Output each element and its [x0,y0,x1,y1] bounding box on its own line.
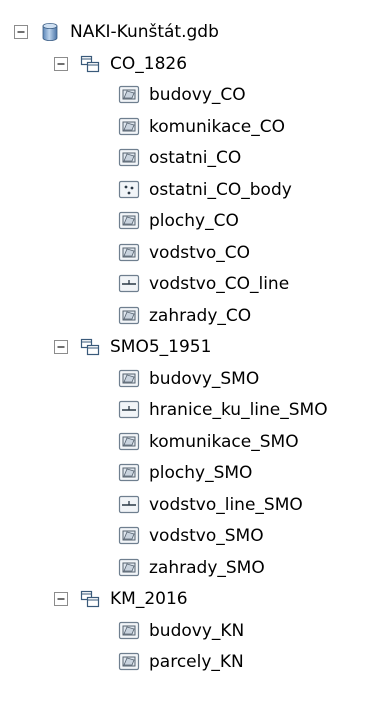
feature-class-node-label: ostatni_CO [149,148,242,168]
feature-class-node[interactable]: komunikace_CO [118,112,285,142]
polygon-feature-class-icon [118,462,140,484]
feature-dataset-node[interactable]: SMO5_1951 [54,332,211,362]
feature-class-node[interactable]: hranice_ku_line_SMO [118,395,328,425]
feature-class-node[interactable]: plochy_CO [118,206,239,236]
polygon-feature-class-icon [118,557,140,579]
feature-class-node-label: vodstvo_line_SMO [149,495,303,515]
feature-class-node[interactable]: budovy_CO [118,80,246,110]
feature-class-node[interactable]: budovy_SMO [118,364,259,394]
geodatabase-node-label: NAKI-Kunštát.gdb [70,22,219,42]
feature-class-node[interactable]: vodstvo_CO [118,238,250,268]
feature-class-node[interactable]: budovy_KN [118,616,244,646]
feature-class-node[interactable]: vodstvo_CO_line [118,269,289,299]
feature-class-node-label: plochy_SMO [149,463,253,483]
feature-class-node[interactable]: zahrady_CO [118,301,251,331]
polygon-feature-class-icon [118,651,140,673]
feature-class-node-label: budovy_KN [149,621,245,641]
feature-class-node-label: hranice_ku_line_SMO [149,400,328,420]
feature-class-node[interactable]: vodstvo_line_SMO [118,490,303,520]
feature-class-node-label: budovy_CO [149,85,246,105]
feature-class-node-label: komunikace_CO [149,117,285,137]
feature-class-node-label: vodstvo_SMO [149,526,264,546]
collapse-toggle-icon[interactable] [54,340,68,354]
polygon-feature-class-icon [118,620,140,642]
polygon-feature-class-icon [118,525,140,547]
feature-class-node[interactable]: ostatni_CO [118,143,241,173]
polygon-feature-class-icon [118,210,140,232]
feature-dataset-node[interactable]: CO_1826 [54,49,187,79]
feature-class-node[interactable]: zahrady_SMO [118,553,265,583]
feature-class-node[interactable]: plochy_SMO [118,458,252,488]
feature-class-node-label: zahrady_CO [149,306,252,326]
collapse-toggle-icon[interactable] [54,592,68,606]
line-feature-class-icon [118,494,140,516]
collapse-toggle-icon[interactable] [14,25,28,39]
feature-dataset-node-label: CO_1826 [110,54,188,74]
feature-dataset-icon [79,336,101,358]
feature-class-node-label: vodstvo_CO_line [149,274,290,294]
feature-class-node-label: zahrady_SMO [149,558,265,578]
feature-class-node[interactable]: vodstvo_SMO [118,521,264,551]
polygon-feature-class-icon [118,368,140,390]
feature-class-node-label: budovy_SMO [149,369,260,389]
feature-class-node-label: ostatni_CO_body [149,180,292,200]
feature-dataset-node-label: SMO5_1951 [110,337,212,357]
feature-dataset-node-label: KM_2016 [110,589,188,609]
feature-class-node[interactable]: komunikace_SMO [118,427,299,457]
feature-class-node[interactable]: parcely_KN [118,647,244,677]
feature-class-node-label: plochy_CO [149,211,239,231]
feature-class-node-label: parcely_KN [149,652,244,672]
catalog-tree: NAKI-Kunštát.gdb CO_1826 budovy_CO komunika… [0,0,389,720]
collapse-toggle-icon[interactable] [54,57,68,71]
feature-dataset-icon [79,588,101,610]
feature-class-node-label: vodstvo_CO [149,243,250,263]
line-feature-class-icon [118,399,140,421]
polygon-feature-class-icon [118,84,140,106]
polygon-feature-class-icon [118,431,140,453]
line-feature-class-icon [118,273,140,295]
polygon-feature-class-icon [118,147,140,169]
feature-dataset-node[interactable]: KM_2016 [54,584,188,614]
polygon-feature-class-icon [118,242,140,264]
polygon-feature-class-icon [118,116,140,138]
point-feature-class-icon [118,179,140,201]
geodatabase-node[interactable]: NAKI-Kunštát.gdb [14,17,219,47]
feature-class-node[interactable]: ostatni_CO_body [118,175,292,205]
feature-class-node-label: komunikace_SMO [149,432,299,452]
polygon-feature-class-icon [118,305,140,327]
feature-dataset-icon [79,53,101,75]
database-icon [39,21,61,43]
